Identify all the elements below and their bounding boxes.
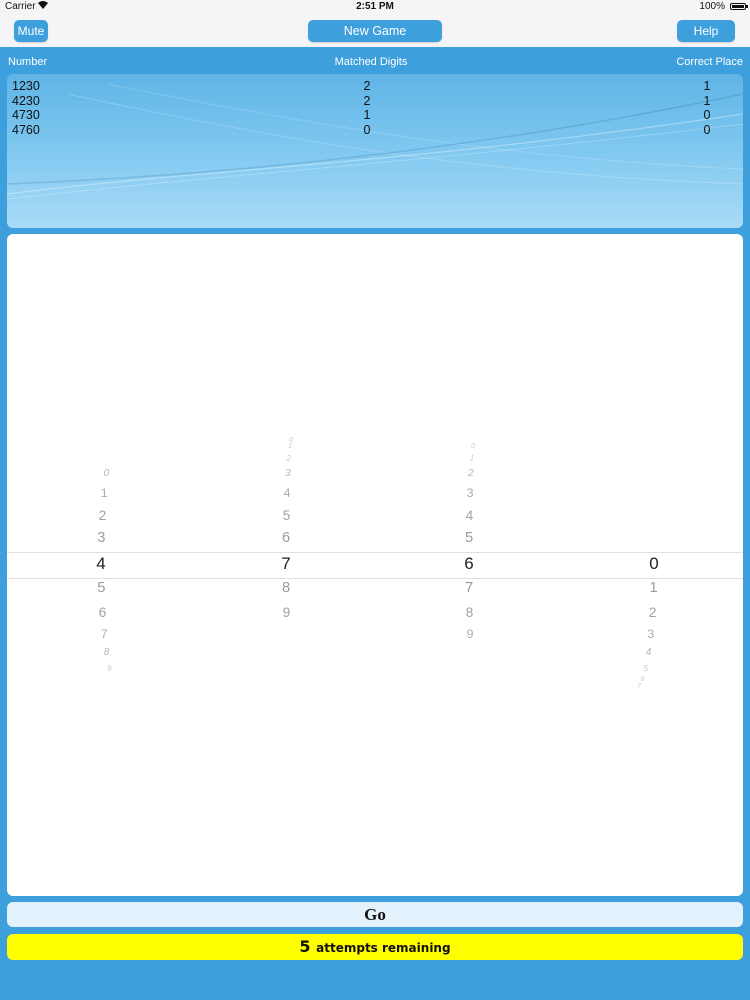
- toolbar: Mute New Game Help: [0, 14, 750, 47]
- picker-digit[interactable]: 0: [644, 554, 664, 574]
- history-row: 4760 0 0: [7, 123, 743, 137]
- row-number: 1230: [12, 79, 40, 93]
- history-row: 4230 2 1: [7, 94, 743, 108]
- row-correct: 0: [703, 122, 711, 137]
- battery-icon: [730, 3, 748, 10]
- go-button[interactable]: Go: [7, 902, 743, 927]
- attempts-label: attempts remaining: [316, 941, 451, 955]
- row-correct: 1: [703, 93, 711, 108]
- new-game-button[interactable]: New Game: [308, 20, 442, 42]
- attempts-remaining: 5 attempts remaining: [7, 934, 743, 960]
- history-panel: 1230 2 1 4230 2 1 4730 1 0 4760 0 0: [7, 74, 743, 228]
- row-correct: 1: [703, 79, 711, 93]
- picker-digit[interactable]: 4: [639, 647, 659, 658]
- picker-digit[interactable]: 1: [644, 580, 664, 596]
- picker-wheel-4[interactable]: 01234567: [7, 234, 743, 896]
- mute-button[interactable]: Mute: [14, 20, 48, 42]
- help-button[interactable]: Help: [677, 20, 735, 42]
- header-correct-place: Correct Place: [676, 56, 743, 68]
- row-matched: 2: [363, 93, 371, 108]
- picker-digit[interactable]: 2: [643, 604, 663, 620]
- picker-digit[interactable]: 5: [636, 664, 656, 673]
- history-row: 4730 1 0: [7, 108, 743, 122]
- row-matched: 2: [363, 79, 371, 93]
- battery-percent: 100%: [699, 1, 725, 12]
- row-number: 4230: [12, 93, 40, 108]
- row-matched: 1: [363, 108, 371, 122]
- history-row: 1230 2 1: [7, 79, 743, 93]
- status-bar: Carrier 2:51 PM 100%: [0, 0, 750, 14]
- picker-digit[interactable]: 7: [629, 683, 649, 690]
- row-number: 4730: [12, 108, 40, 122]
- attempts-count: 5: [299, 937, 311, 956]
- history-header: Number Matched Digits Correct Place: [0, 52, 750, 72]
- row-number: 4760: [12, 122, 40, 137]
- digit-picker: 0123456789 0123456789 0123456789 0123456…: [7, 234, 743, 896]
- status-time: 2:51 PM: [356, 1, 394, 12]
- picker-digit[interactable]: 3: [641, 627, 661, 641]
- row-correct: 0: [703, 108, 711, 122]
- header-matched-digits: Matched Digits: [334, 56, 408, 68]
- row-matched: 0: [363, 122, 371, 137]
